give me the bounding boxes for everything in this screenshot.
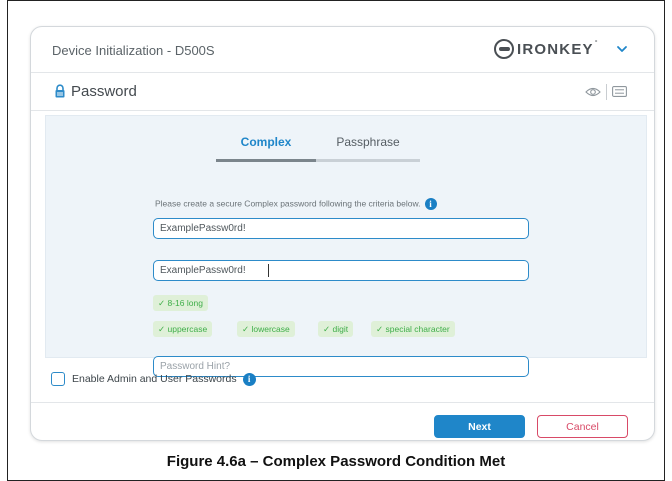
criterion-lowercase: ✓ lowercase — [237, 321, 295, 337]
criterion-uppercase: ✓ uppercase — [153, 321, 213, 337]
device-initialization-dialog: Device Initialization - D500S IRONKEY ° … — [30, 26, 655, 441]
info-icon[interactable]: i — [242, 372, 256, 386]
confirm-password-field[interactable] — [153, 260, 529, 281]
footer-divider — [31, 402, 654, 403]
password-panel: Complex Passphrase Please create a secur… — [45, 115, 647, 377]
password-field[interactable] — [153, 218, 529, 239]
info-icon[interactable]: i — [424, 198, 437, 210]
admin-passwords-checkbox[interactable] — [51, 372, 65, 386]
section-title: Password — [71, 83, 137, 100]
text-cursor — [268, 264, 269, 277]
tab-complex[interactable]: Complex — [216, 132, 316, 162]
eye-icon[interactable] — [585, 86, 601, 98]
brand-name: IRONKEY — [517, 40, 594, 58]
title-bar: Device Initialization - D500S IRONKEY ° — [31, 27, 654, 73]
icon-divider — [606, 84, 607, 100]
window-title: Device Initialization - D500S — [52, 43, 215, 58]
next-button[interactable]: Next — [434, 415, 525, 438]
lock-icon — [55, 84, 65, 98]
cancel-button[interactable]: Cancel — [537, 415, 628, 438]
brand-mark: ° — [594, 39, 598, 47]
chevron-down-icon[interactable] — [616, 43, 628, 55]
section-header: Password — [31, 73, 654, 111]
tab-passphrase[interactable]: Passphrase — [316, 132, 420, 162]
ironkey-logo-icon — [494, 39, 514, 59]
ironkey-logo: IRONKEY ° — [494, 38, 598, 60]
admin-user-option: Enable Admin and User Passwords i — [51, 372, 256, 386]
criterion-special-character: ✓ special character — [371, 321, 455, 337]
keyboard-icon[interactable] — [612, 86, 627, 97]
criterion-digit: ✓ digit — [318, 321, 354, 337]
instructions: Please create a secure Complex password … — [155, 198, 437, 210]
admin-passwords-label[interactable]: Enable Admin and User Passwords — [72, 373, 237, 385]
figure-caption: Figure 4.6a – Complex Password Condition… — [166, 453, 506, 470]
criterion-length: ✓ 8-16 long — [153, 295, 208, 311]
instructions-text: Please create a secure Complex password … — [155, 198, 421, 209]
